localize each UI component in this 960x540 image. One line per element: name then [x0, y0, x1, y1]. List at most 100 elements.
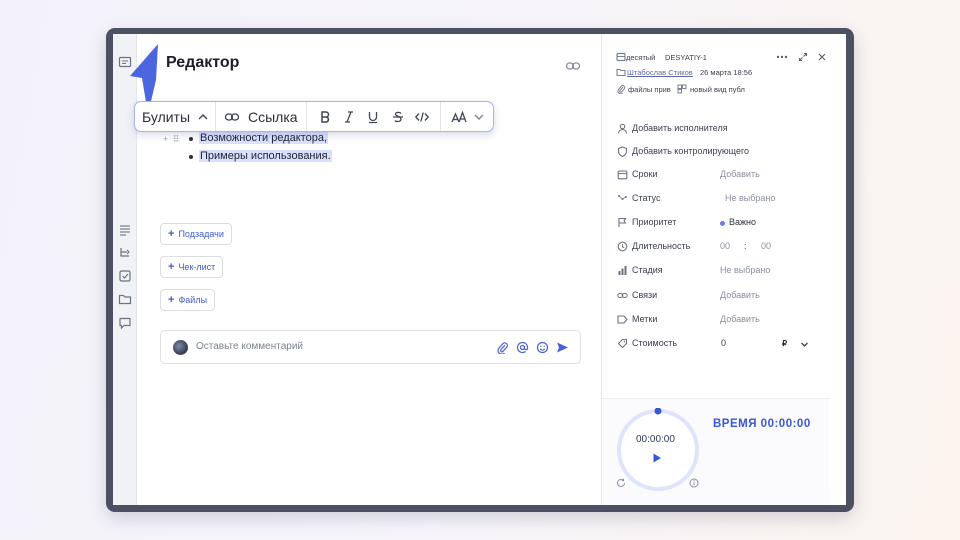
prop-label: Метки	[632, 314, 658, 324]
prop-priority[interactable]: Приоритет Важно	[617, 216, 827, 230]
prop-duration[interactable]: Длительность 00 : 00	[617, 240, 827, 254]
tag-icon	[617, 314, 628, 325]
link-icon	[617, 290, 628, 301]
bullet-dot	[189, 155, 193, 159]
clock-icon	[617, 241, 628, 252]
add-checklist-label: Чек-лист	[178, 262, 216, 272]
font-size-icon	[451, 109, 467, 125]
copy-link-icon[interactable]	[565, 58, 581, 74]
link-button[interactable]: Ссылка	[216, 102, 307, 131]
cost-icon	[617, 338, 628, 349]
link-label: Ссылка	[248, 108, 298, 125]
duration-hours[interactable]: 00	[720, 241, 730, 251]
font-size-dropdown[interactable]	[441, 102, 493, 131]
send-icon[interactable]	[556, 341, 569, 354]
list-item-text: Возможности редактора,	[199, 132, 329, 144]
comment-placeholder: Оставьте комментарий	[196, 341, 304, 352]
timer-time: 00:00:00	[636, 434, 675, 445]
play-icon[interactable]	[652, 450, 662, 463]
calendar-icon	[617, 169, 628, 180]
strikethrough-icon[interactable]	[390, 109, 406, 125]
list-type-dropdown[interactable]: Булиты	[135, 102, 216, 131]
project-name[interactable]: десятый	[626, 53, 655, 62]
comment-input[interactable]: Оставьте комментарий	[160, 330, 581, 364]
folder-icon[interactable]	[118, 292, 132, 306]
duration-separator: :	[744, 241, 747, 251]
task-date: 26 марта 18:56	[700, 68, 753, 77]
info-icon[interactable]	[689, 478, 699, 488]
code-icon[interactable]	[414, 109, 430, 125]
folder-icon	[616, 67, 626, 77]
author-link[interactable]: Штабослав Стиков	[627, 68, 693, 77]
prop-label: Статус	[632, 193, 661, 203]
tag-files[interactable]: файлы прив	[628, 85, 671, 94]
user-icon	[617, 123, 628, 134]
add-subtasks-label: Подзадачи	[178, 229, 224, 239]
chevron-up-icon	[195, 109, 211, 125]
add-subtasks-button[interactable]: + Подзадачи	[160, 223, 232, 245]
comment-icon[interactable]	[118, 316, 132, 330]
prop-value: Не выбрано	[720, 265, 771, 275]
close-icon[interactable]	[817, 52, 827, 62]
duration-minutes[interactable]: 00	[761, 241, 771, 251]
view-icon	[677, 84, 687, 94]
prop-label: Длительность	[632, 241, 691, 251]
text-lines-icon[interactable]	[118, 223, 132, 237]
status-icon	[617, 193, 628, 204]
more-icon[interactable]	[776, 53, 788, 61]
prop-label: Стадия	[632, 265, 663, 275]
subtasks-icon[interactable]	[118, 246, 132, 260]
prop-deadline[interactable]: Сроки Добавить	[617, 168, 827, 182]
project-icon	[616, 52, 626, 62]
add-assignee-label: Добавить исполнителя	[632, 123, 728, 133]
emoji-icon[interactable]	[536, 341, 549, 354]
add-controller-label: Добавить контролирующего	[632, 146, 750, 156]
prop-stage[interactable]: Стадия Не выбрано	[617, 264, 827, 278]
italic-icon[interactable]	[341, 109, 357, 125]
bullet-dot	[189, 137, 193, 141]
prop-status[interactable]: Статус Не выбрано	[617, 192, 827, 206]
link-icon	[224, 109, 240, 125]
drag-handle-icon[interactable]: + ⠿	[163, 134, 180, 145]
list-item[interactable]: Примеры использования.	[189, 150, 332, 162]
prop-value: Добавить	[720, 169, 760, 179]
chevron-down-icon	[471, 109, 487, 125]
tag-view[interactable]: новый вид публ	[690, 85, 745, 94]
list-item-text: Примеры использования.	[199, 150, 332, 162]
prop-value: Добавить	[720, 290, 760, 300]
expand-icon[interactable]	[798, 52, 808, 62]
text-style-group	[307, 102, 441, 131]
reset-icon[interactable]	[616, 478, 626, 488]
prop-relations[interactable]: Связи Добавить	[617, 289, 827, 303]
prop-value: Не выбрано	[725, 193, 776, 203]
prop-label: Приоритет	[632, 217, 677, 227]
priority-dot	[720, 221, 725, 226]
page-title: Редактор	[166, 54, 240, 71]
task-id[interactable]: DESYATIY-1	[665, 53, 707, 62]
attach-icon[interactable]	[496, 341, 509, 354]
underline-icon[interactable]	[365, 109, 381, 125]
cost-value[interactable]: 0	[721, 338, 726, 348]
plus-icon: +	[168, 228, 175, 240]
add-controller-button[interactable]: Добавить контролирующего	[617, 145, 827, 159]
prop-label: Связи	[632, 290, 658, 300]
list-item[interactable]: Возможности редактора,	[189, 132, 329, 144]
list-type-label: Булиты	[142, 108, 191, 125]
prop-cost[interactable]: Стоимость 0 ₽	[617, 337, 827, 351]
prop-label: Сроки	[632, 169, 658, 179]
prop-value: Важно	[729, 217, 757, 227]
bold-icon[interactable]	[317, 109, 333, 125]
prop-tags[interactable]: Метки Добавить	[617, 313, 827, 327]
add-assignee-button[interactable]: Добавить исполнителя	[617, 122, 827, 136]
checklist-icon[interactable]	[118, 269, 132, 283]
add-checklist-button[interactable]: + Чек-лист	[160, 256, 224, 278]
add-files-button[interactable]: + Файлы	[160, 289, 216, 311]
plus-icon: +	[168, 261, 175, 273]
shield-icon	[617, 146, 628, 157]
currency-symbol: ₽	[782, 339, 788, 348]
mention-icon[interactable]	[516, 341, 529, 354]
priority-icon	[617, 217, 628, 228]
add-files-label: Файлы	[178, 295, 208, 305]
avatar	[173, 340, 188, 355]
chevron-down-icon[interactable]	[799, 339, 810, 350]
